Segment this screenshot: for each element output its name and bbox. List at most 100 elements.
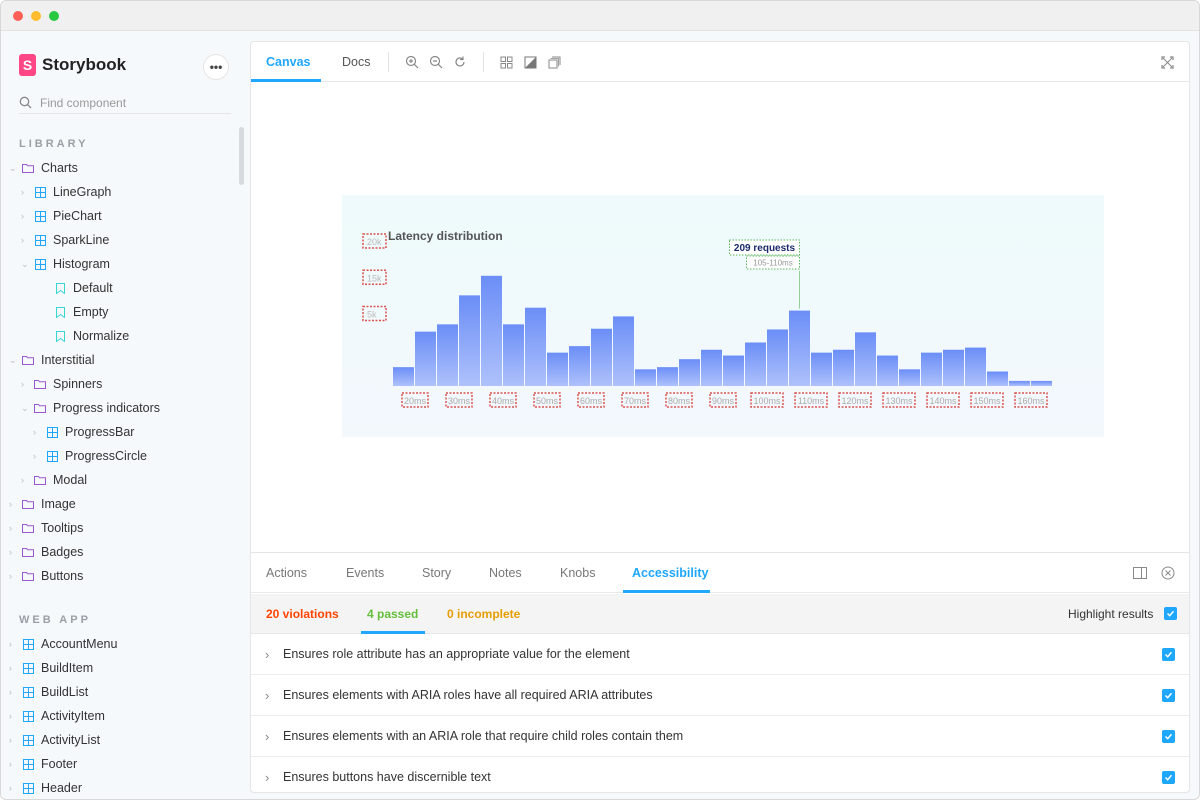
zoom-reset-icon[interactable] [452, 54, 468, 70]
sidebar-item-footer[interactable]: › Footer [9, 754, 77, 774]
rule-checkbox[interactable] [1162, 688, 1175, 702]
sidebar-item-image[interactable]: › Image [9, 494, 76, 514]
incomplete-tab[interactable]: 0 incomplete [447, 594, 520, 634]
histogram-bar[interactable] [1009, 380, 1030, 386]
zoom-in-icon[interactable] [404, 54, 420, 70]
sidebar-item-accountmenu[interactable]: › AccountMenu [9, 634, 117, 654]
sidebar-scrollbar[interactable] [239, 127, 244, 185]
panel-orientation-icon[interactable] [1132, 565, 1148, 581]
grid-icon[interactable] [498, 54, 514, 70]
minimize-window-dot[interactable] [31, 11, 41, 21]
histogram-bar[interactable] [635, 369, 656, 386]
tab-actions[interactable]: Actions [266, 553, 307, 593]
chevron-right-icon[interactable]: › [265, 688, 277, 703]
tab-canvas[interactable]: Canvas [266, 42, 310, 82]
histogram-bar[interactable] [921, 352, 942, 386]
violations-tab[interactable]: 20 violations [266, 594, 339, 634]
sidebar-item-buttons[interactable]: › Buttons [9, 566, 83, 586]
histogram-bar[interactable] [899, 369, 920, 386]
sidebar-item-header[interactable]: › Header [9, 778, 82, 798]
close-panel-icon[interactable] [1160, 565, 1176, 581]
sidebar-item-buildlist[interactable]: › BuildList [9, 682, 88, 702]
sidebar-item-activitylist[interactable]: › ActivityList [9, 730, 100, 750]
library-section-title: LIBRARY [19, 138, 89, 150]
close-window-dot[interactable] [13, 11, 23, 21]
histogram-bar[interactable] [723, 355, 744, 386]
rule-row[interactable]: › Ensures elements with ARIA roles have … [251, 675, 1189, 716]
chevron-down-icon: ⌄ [21, 258, 29, 269]
sidebar-item-progress-indicators[interactable]: ⌄ Progress indicators [21, 398, 160, 418]
histogram-bar[interactable] [767, 329, 788, 386]
fullscreen-icon[interactable] [1159, 54, 1175, 70]
histogram-bar[interactable] [745, 342, 766, 387]
histogram-bar[interactable] [437, 324, 458, 386]
background-icon[interactable] [522, 54, 538, 70]
histogram-bar[interactable] [811, 352, 832, 386]
histogram-bar[interactable] [679, 359, 700, 386]
sidebar-item-charts[interactable]: ⌄ Charts [9, 158, 78, 178]
histogram-bar[interactable] [503, 324, 524, 386]
rule-row[interactable]: › Ensures role attribute has an appropri… [251, 634, 1189, 675]
sidebar-item-piechart[interactable]: › PieChart [21, 206, 102, 226]
outline-icon[interactable] [546, 54, 562, 70]
tab-accessibility[interactable]: Accessibility [632, 553, 708, 593]
search-box[interactable]: Find component [19, 92, 231, 114]
sidebar-item-modal[interactable]: › Modal [21, 470, 87, 490]
histogram-bar[interactable] [591, 328, 612, 386]
tab-docs[interactable]: Docs [342, 42, 370, 82]
sidebar-item-label: Header [41, 781, 82, 795]
histogram-bar[interactable] [833, 349, 854, 386]
rule-row[interactable]: › Ensures buttons have discernible text [251, 757, 1189, 792]
histogram-bar[interactable] [789, 310, 810, 386]
sidebar-item-activityitem[interactable]: › ActivityItem [9, 706, 105, 726]
histogram-bar[interactable] [657, 367, 678, 386]
histogram-bar[interactable] [481, 275, 502, 386]
sidebar-item-spinners[interactable]: › Spinners [21, 374, 102, 394]
tab-knobs[interactable]: Knobs [560, 553, 595, 593]
histogram-chart: 20k 15k 5k 20ms 30ms 40ms 50ms 60ms 70ms 80ms 90ms… [362, 233, 1052, 408]
sidebar-item-histogram[interactable]: ⌄ Histogram [21, 254, 110, 274]
histogram-bar[interactable] [877, 355, 898, 386]
brand[interactable]: S Storybook [19, 54, 126, 76]
tab-notes[interactable]: Notes [489, 553, 522, 593]
histogram-bar[interactable] [855, 332, 876, 386]
histogram-bar[interactable] [701, 349, 722, 386]
tab-story[interactable]: Story [422, 553, 451, 593]
rule-checkbox[interactable] [1162, 647, 1175, 661]
chevron-right-icon[interactable]: › [265, 770, 277, 785]
sidebar-item-progresscircle[interactable]: › ProgressCircle [33, 446, 147, 466]
passed-tab[interactable]: 4 passed [367, 594, 418, 634]
sidebar-item-interstitial[interactable]: ⌄ Interstitial [9, 350, 95, 370]
histogram-bar[interactable] [569, 346, 590, 386]
more-options-button[interactable]: ••• [203, 54, 229, 80]
histogram-bar[interactable] [525, 307, 546, 386]
sidebar-item-builditem[interactable]: › BuildItem [9, 658, 93, 678]
histogram-bar[interactable] [415, 331, 436, 386]
search-input[interactable]: Find component [40, 96, 126, 110]
sidebar-item-progressbar[interactable]: › ProgressBar [33, 422, 134, 442]
histogram-bar[interactable] [459, 295, 480, 386]
sidebar-item-sparkline[interactable]: › SparkLine [21, 230, 109, 250]
histogram-bar[interactable] [393, 367, 414, 386]
sidebar-item-tooltips[interactable]: › Tooltips [9, 518, 83, 538]
sidebar-item-badges[interactable]: › Badges [9, 542, 83, 562]
sidebar-item-linegraph[interactable]: › LineGraph [21, 182, 111, 202]
rule-row[interactable]: › Ensures elements with an ARIA role tha… [251, 716, 1189, 757]
histogram-bar[interactable] [1031, 380, 1052, 386]
sidebar-item-normalize[interactable]: Normalize [41, 326, 129, 346]
sidebar-item-default[interactable]: Default [41, 278, 113, 298]
rule-checkbox[interactable] [1162, 770, 1175, 784]
sidebar-item-empty[interactable]: Empty [41, 302, 108, 322]
maximize-window-dot[interactable] [49, 11, 59, 21]
chevron-right-icon[interactable]: › [265, 729, 277, 744]
histogram-bar[interactable] [987, 371, 1008, 387]
chevron-right-icon[interactable]: › [265, 647, 277, 662]
highlight-results-checkbox[interactable] [1164, 607, 1177, 620]
rule-checkbox[interactable] [1162, 729, 1175, 743]
tab-events[interactable]: Events [346, 553, 384, 593]
zoom-out-icon[interactable] [428, 54, 444, 70]
histogram-bar[interactable] [547, 352, 568, 386]
histogram-bar[interactable] [943, 349, 964, 386]
histogram-bar[interactable] [613, 316, 634, 386]
histogram-bar[interactable] [965, 347, 986, 386]
